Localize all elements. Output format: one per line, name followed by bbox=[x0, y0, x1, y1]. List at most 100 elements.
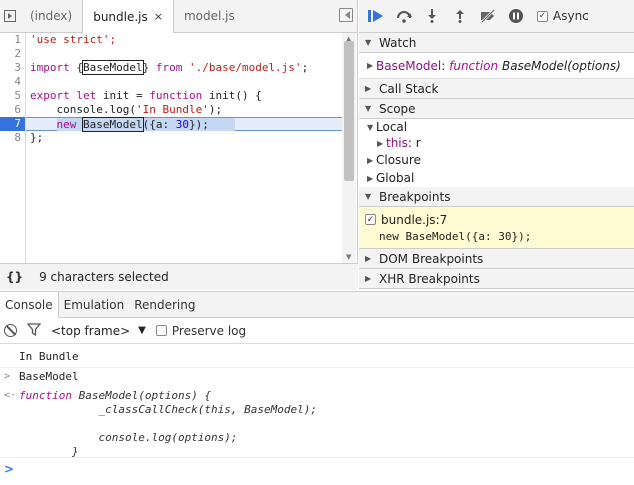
code-line[interactable]: console.log('In Bundle'); bbox=[26, 103, 342, 117]
debugger-sidebar: ✓ Async ▼ Watch ▶ BaseModel: function Bas… bbox=[359, 0, 634, 290]
line-number[interactable]: 4 bbox=[0, 75, 25, 89]
dropdown-triangle-icon: ▼ bbox=[138, 325, 146, 336]
code-token: ); bbox=[208, 103, 223, 116]
code-editor[interactable]: 12345678 'use strict'; import {BaseModel}… bbox=[0, 33, 358, 263]
watch-kw: function bbox=[449, 58, 499, 73]
async-checkbox[interactable]: ✓ Async bbox=[537, 9, 589, 23]
call-stack-section-header[interactable]: ▶ Call Stack bbox=[359, 79, 634, 99]
console-message: In Bundle bbox=[0, 350, 634, 368]
code-token: BaseModel bbox=[81, 60, 144, 75]
code-token: export let bbox=[30, 89, 103, 102]
frame-select-value: <top frame> bbox=[51, 323, 131, 338]
clear-console-icon[interactable] bbox=[4, 324, 17, 337]
line-number[interactable]: 5 bbox=[0, 89, 25, 103]
line-number[interactable]: 1 bbox=[0, 33, 25, 47]
tab-rendering[interactable]: Rendering bbox=[129, 292, 200, 317]
scroll-down-icon[interactable]: ▼ bbox=[346, 253, 351, 261]
watch-sep: : bbox=[441, 58, 450, 73]
scope-section-header[interactable]: ▼ Scope bbox=[359, 99, 634, 119]
scope-closure-label: Closure bbox=[376, 153, 421, 167]
input-chevron-icon: > bbox=[4, 371, 11, 382]
resume-icon[interactable] bbox=[367, 7, 385, 25]
code-token: init = bbox=[102, 89, 150, 102]
tab-label: (index) bbox=[30, 9, 73, 23]
toggle-navigator-icon[interactable] bbox=[0, 0, 20, 32]
xhr-breakpoints-section-header[interactable]: ▶ XHR Breakpoints bbox=[359, 269, 634, 289]
step-out-icon[interactable] bbox=[451, 7, 469, 25]
code-token: './base/model.js' bbox=[188, 61, 302, 74]
scope-local[interactable]: ▼ Local bbox=[359, 119, 634, 135]
tab-label: Rendering bbox=[134, 297, 196, 312]
tab-emulation[interactable]: Emulation bbox=[59, 292, 130, 317]
console-prompt[interactable]: > bbox=[0, 457, 634, 479]
dom-breakpoints-section-header[interactable]: ▶ DOM Breakpoints bbox=[359, 249, 634, 269]
line-number[interactable]: 2 bbox=[0, 47, 25, 61]
scope-global-label: Global bbox=[376, 171, 415, 185]
scrollbar-thumb[interactable] bbox=[344, 41, 354, 181]
step-over-icon[interactable] bbox=[395, 7, 413, 25]
line-number[interactable]: 3 bbox=[0, 61, 25, 75]
scope-closure[interactable]: ▶ Closure bbox=[359, 151, 634, 169]
selection-status: 9 characters selected bbox=[39, 270, 169, 284]
watch-sig: BaseModel(options) bbox=[498, 58, 621, 73]
code-line[interactable]: 'use strict'; bbox=[26, 33, 342, 47]
editor-scrollbar[interactable]: ▲ ▼ bbox=[342, 33, 356, 263]
code-line[interactable] bbox=[26, 47, 342, 61]
code-line[interactable] bbox=[26, 75, 342, 89]
code-token: from bbox=[155, 61, 189, 74]
watch-name: BaseModel bbox=[376, 58, 442, 73]
code-token: }; bbox=[30, 131, 44, 144]
line-gutter[interactable]: 12345678 bbox=[0, 33, 26, 263]
breakpoint-item[interactable]: ✓ bundle.js:7 new BaseModel({a: 30}); bbox=[359, 207, 634, 249]
watch-expression[interactable]: ▶ BaseModel: function BaseModel(options) bbox=[359, 53, 634, 79]
tab-index[interactable]: (index) bbox=[20, 0, 82, 32]
tab-console[interactable]: Console bbox=[0, 292, 59, 318]
preserve-log-label: Preserve log bbox=[171, 323, 247, 338]
collapsed-triangle-icon: ▶ bbox=[367, 173, 374, 183]
code-token: 30 bbox=[175, 118, 189, 131]
tab-model-js[interactable]: model.js bbox=[174, 0, 245, 32]
watch-section-header[interactable]: ▼ Watch bbox=[359, 33, 634, 53]
expanded-triangle-icon: ▼ bbox=[365, 192, 372, 201]
line-number[interactable]: 8 bbox=[0, 131, 25, 145]
filter-icon[interactable] bbox=[26, 322, 42, 339]
breakpoints-section-header[interactable]: ▼ Breakpoints bbox=[359, 187, 634, 207]
collapsed-triangle-icon: ▶ bbox=[367, 61, 374, 70]
toggle-debugger-icon[interactable] bbox=[339, 8, 353, 22]
collapsed-triangle-icon: ▶ bbox=[367, 155, 374, 165]
code-line[interactable]: export let init = function init() { bbox=[26, 89, 342, 103]
sources-panel: (index) bundle.js × model.js 12345678 'us… bbox=[0, 0, 358, 290]
code-token: function bbox=[149, 89, 209, 102]
breakpoint-checkbox[interactable]: ✓ bbox=[365, 214, 376, 225]
deactivate-breakpoints-icon[interactable] bbox=[479, 7, 497, 25]
checkbox-checked-icon[interactable]: ✓ bbox=[537, 10, 548, 22]
frame-select[interactable]: <top frame> ▼ bbox=[51, 324, 146, 338]
step-into-icon[interactable] bbox=[423, 7, 441, 25]
pause-on-exceptions-icon[interactable] bbox=[507, 7, 525, 25]
code-token: ; bbox=[301, 61, 309, 74]
pretty-print-icon[interactable]: {} bbox=[6, 270, 23, 284]
console-message: <· function BaseModel(options) { _classCa… bbox=[0, 389, 634, 462]
tab-bundle-js[interactable]: bundle.js × bbox=[82, 0, 174, 33]
code-token: 'use strict'; bbox=[30, 33, 117, 46]
expanded-triangle-icon: ▼ bbox=[365, 104, 372, 113]
collapsed-triangle-icon: ▶ bbox=[365, 254, 372, 263]
line-number[interactable]: 6 bbox=[0, 103, 25, 117]
console-message-text: In Bundle bbox=[19, 350, 79, 363]
code-line[interactable]: }; bbox=[26, 131, 342, 145]
debugger-toolbar: ✓ Async bbox=[359, 0, 634, 33]
code-line[interactable]: import {BaseModel} from './base/model.js… bbox=[26, 60, 342, 75]
close-tab-icon[interactable]: × bbox=[154, 10, 163, 23]
preserve-log-checkbox[interactable]: Preserve log bbox=[155, 323, 247, 338]
async-label: Async bbox=[553, 9, 589, 23]
code-line[interactable]: new BaseModel({a: 30}); bbox=[26, 117, 342, 132]
collapsed-triangle-icon: ▶ bbox=[377, 138, 384, 148]
section-title: XHR Breakpoints bbox=[379, 271, 480, 286]
breakpoint-line-number[interactable]: 7 bbox=[0, 117, 25, 131]
code-token: BaseModel bbox=[82, 117, 144, 132]
scope-global[interactable]: ▶ Global bbox=[359, 169, 634, 187]
checkbox-unchecked-icon[interactable] bbox=[155, 325, 167, 336]
code-token bbox=[208, 118, 236, 131]
scope-this[interactable]: ▶ this: r bbox=[359, 135, 634, 151]
